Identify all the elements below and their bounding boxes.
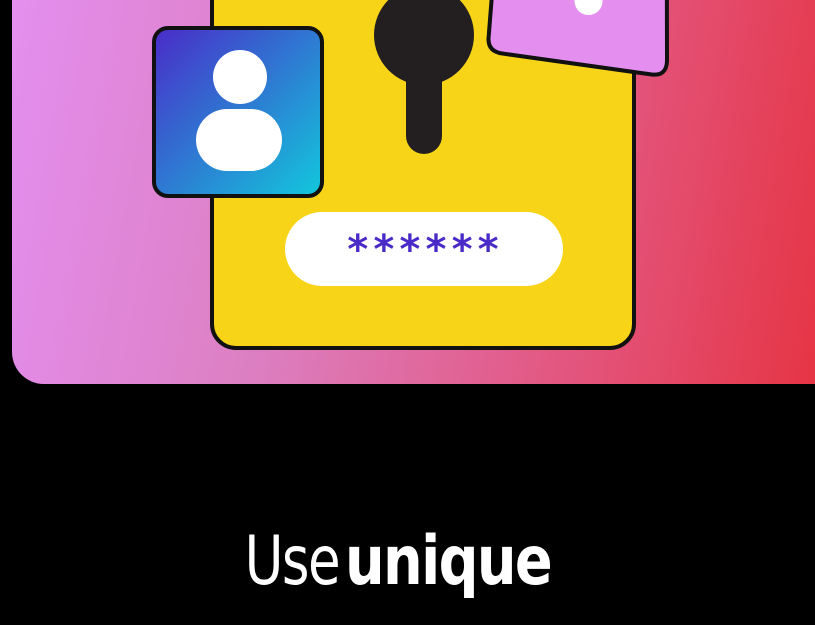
password-mask-text: ****** [346, 227, 503, 273]
hero-illustration-panel: ****** [12, 0, 815, 384]
password-field: ****** [285, 212, 563, 286]
promo-slide: ****** Use unique [0, 0, 815, 625]
headline-light: Use [245, 522, 341, 601]
user-avatar-icon [152, 26, 324, 198]
headline-bold: unique [345, 522, 553, 601]
headline: Use unique [0, 520, 815, 604]
illustration-canvas: ****** [152, 0, 670, 350]
